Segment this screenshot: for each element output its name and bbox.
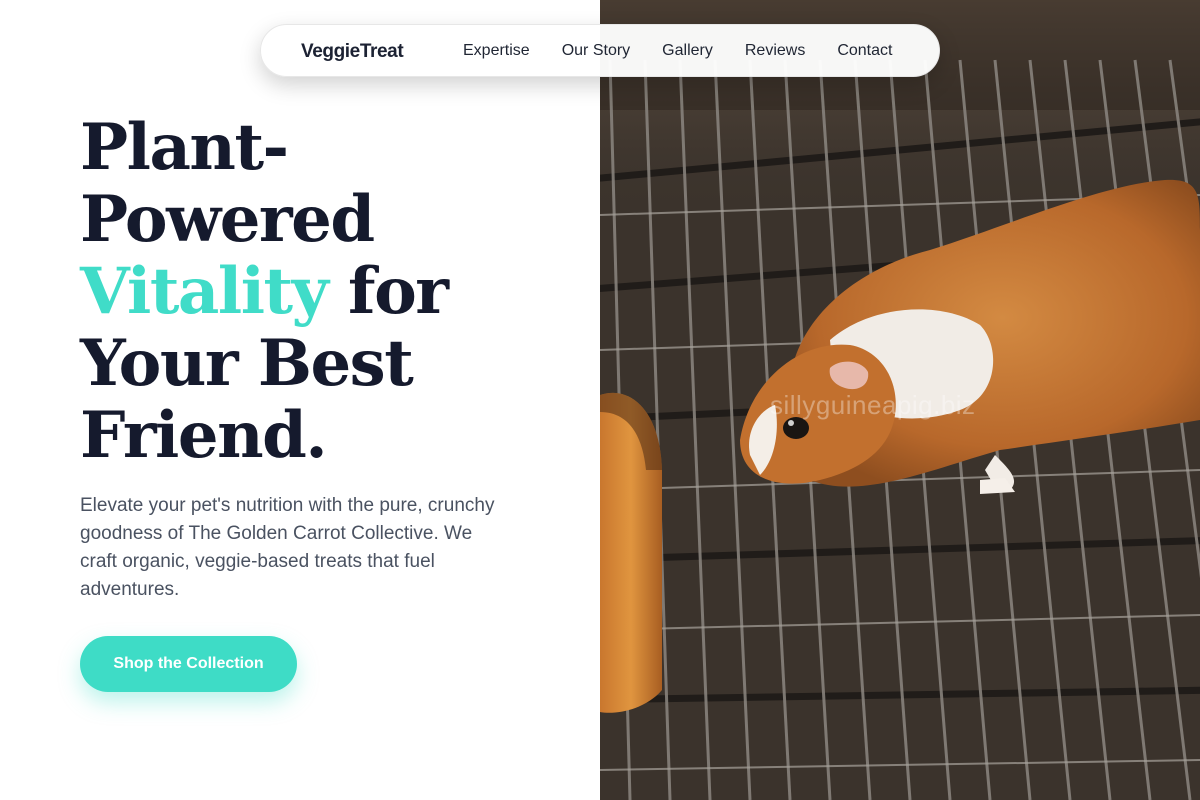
nav-links: Expertise Our Story Gallery Reviews Cont…	[463, 42, 892, 60]
shop-collection-button[interactable]: Shop the Collection	[80, 636, 297, 692]
nav-link-contact[interactable]: Contact	[837, 42, 892, 60]
nav-link-our-story[interactable]: Our Story	[562, 42, 630, 60]
hero-title-line-4: Your Best	[80, 326, 414, 401]
hero-title: Plant- Powered Vitality for Your Best Friend…	[80, 112, 580, 472]
hero-title-after-accent: for	[327, 254, 449, 329]
nav-link-expertise[interactable]: Expertise	[463, 42, 530, 60]
brand-logo[interactable]: VeggieTreat	[301, 41, 404, 63]
hero-title-line-2: Powered	[80, 182, 375, 257]
hero-title-line-1: Plant-	[80, 110, 289, 185]
hero-title-line-5: Friend.	[80, 398, 328, 473]
watermark-text: sillyguineapig.biz	[770, 390, 976, 420]
hero-description: Elevate your pet's nutrition with the pu…	[80, 495, 495, 600]
hero-image: sillyguineapig.biz	[600, 0, 1200, 800]
top-navigation: VeggieTreat Expertise Our Story Gallery …	[260, 24, 940, 77]
hero-title-accent: Vitality	[80, 254, 329, 329]
hero-left-panel: Plant- Powered Vitality for Your Best Friend…	[0, 0, 600, 800]
nav-link-reviews[interactable]: Reviews	[745, 42, 805, 60]
nav-link-gallery[interactable]: Gallery	[662, 42, 713, 60]
